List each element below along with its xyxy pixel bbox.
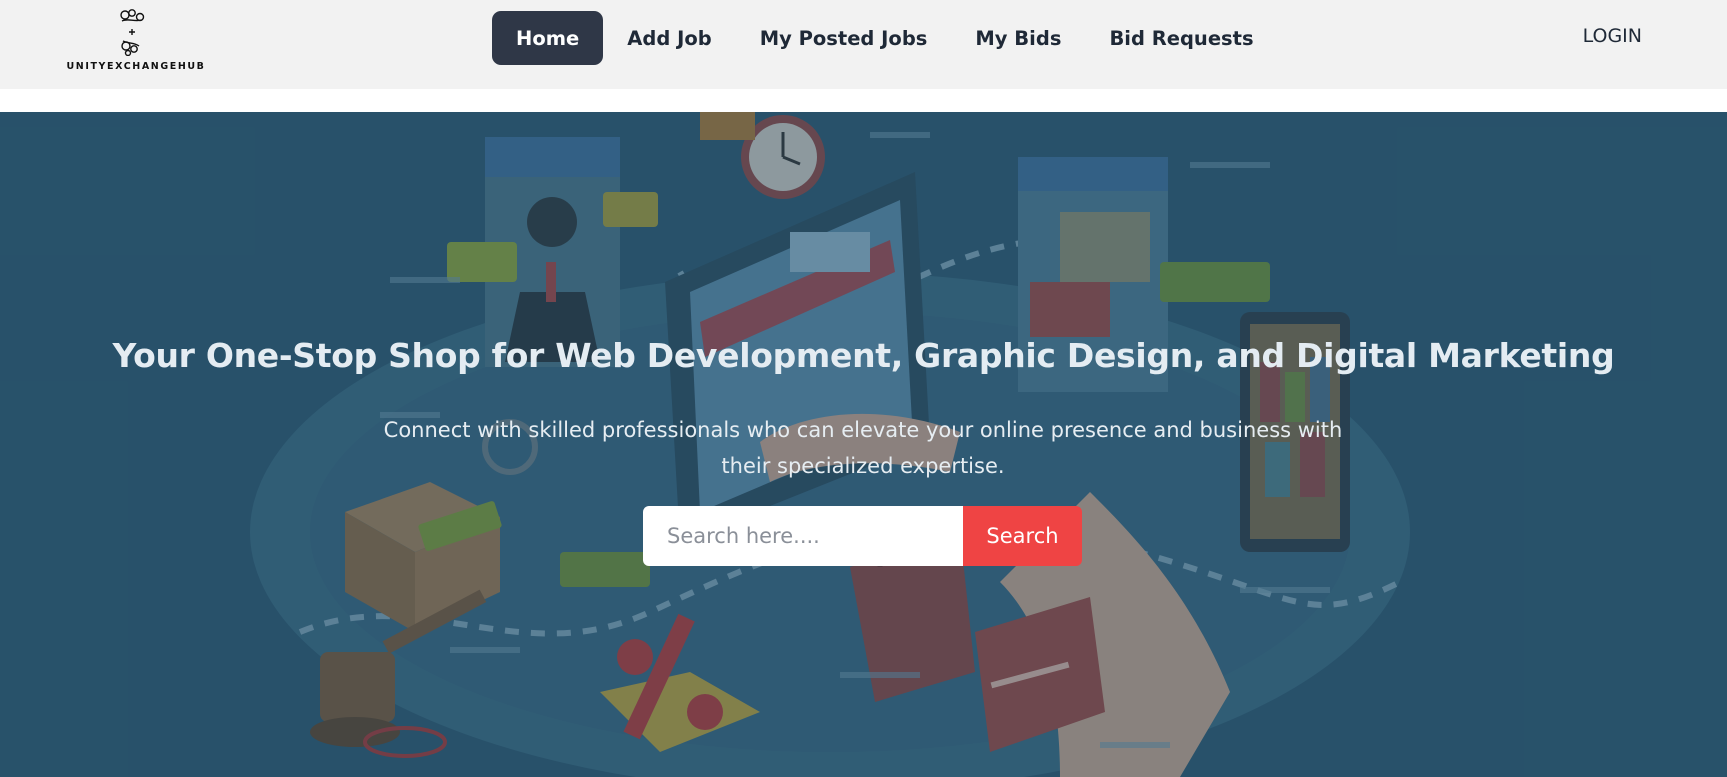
hero-title: Your One-Stop Shop for Web Development, … — [112, 336, 1615, 375]
brand-name: UNITYEXCHANGEHUB — [66, 61, 206, 72]
navbar: UNITYEXCHANGEHUB Home Add Job My Posted … — [0, 0, 1727, 89]
nav-item-my-bids[interactable]: My Bids — [951, 11, 1085, 65]
hero-subtitle: Connect with skilled professionals who c… — [383, 418, 1343, 478]
hero-banner: Your One-Stop Shop for Web Development, … — [0, 112, 1727, 777]
brand-logo-link[interactable]: UNITYEXCHANGEHUB — [60, 8, 210, 76]
search-form: Search — [643, 506, 1082, 566]
nav-item-add-job[interactable]: Add Job — [603, 11, 735, 65]
main-nav: Home Add Job My Posted Jobs My Bids Bid … — [492, 11, 1278, 65]
login-link[interactable]: LOGIN — [1583, 25, 1642, 47]
nav-item-home[interactable]: Home — [492, 11, 604, 65]
search-input[interactable] — [643, 506, 963, 566]
nav-item-bid-requests[interactable]: Bid Requests — [1085, 11, 1277, 65]
unity-knot-logo-icon — [120, 9, 145, 56]
search-button[interactable]: Search — [963, 506, 1082, 566]
nav-item-my-posted-jobs[interactable]: My Posted Jobs — [736, 11, 952, 65]
